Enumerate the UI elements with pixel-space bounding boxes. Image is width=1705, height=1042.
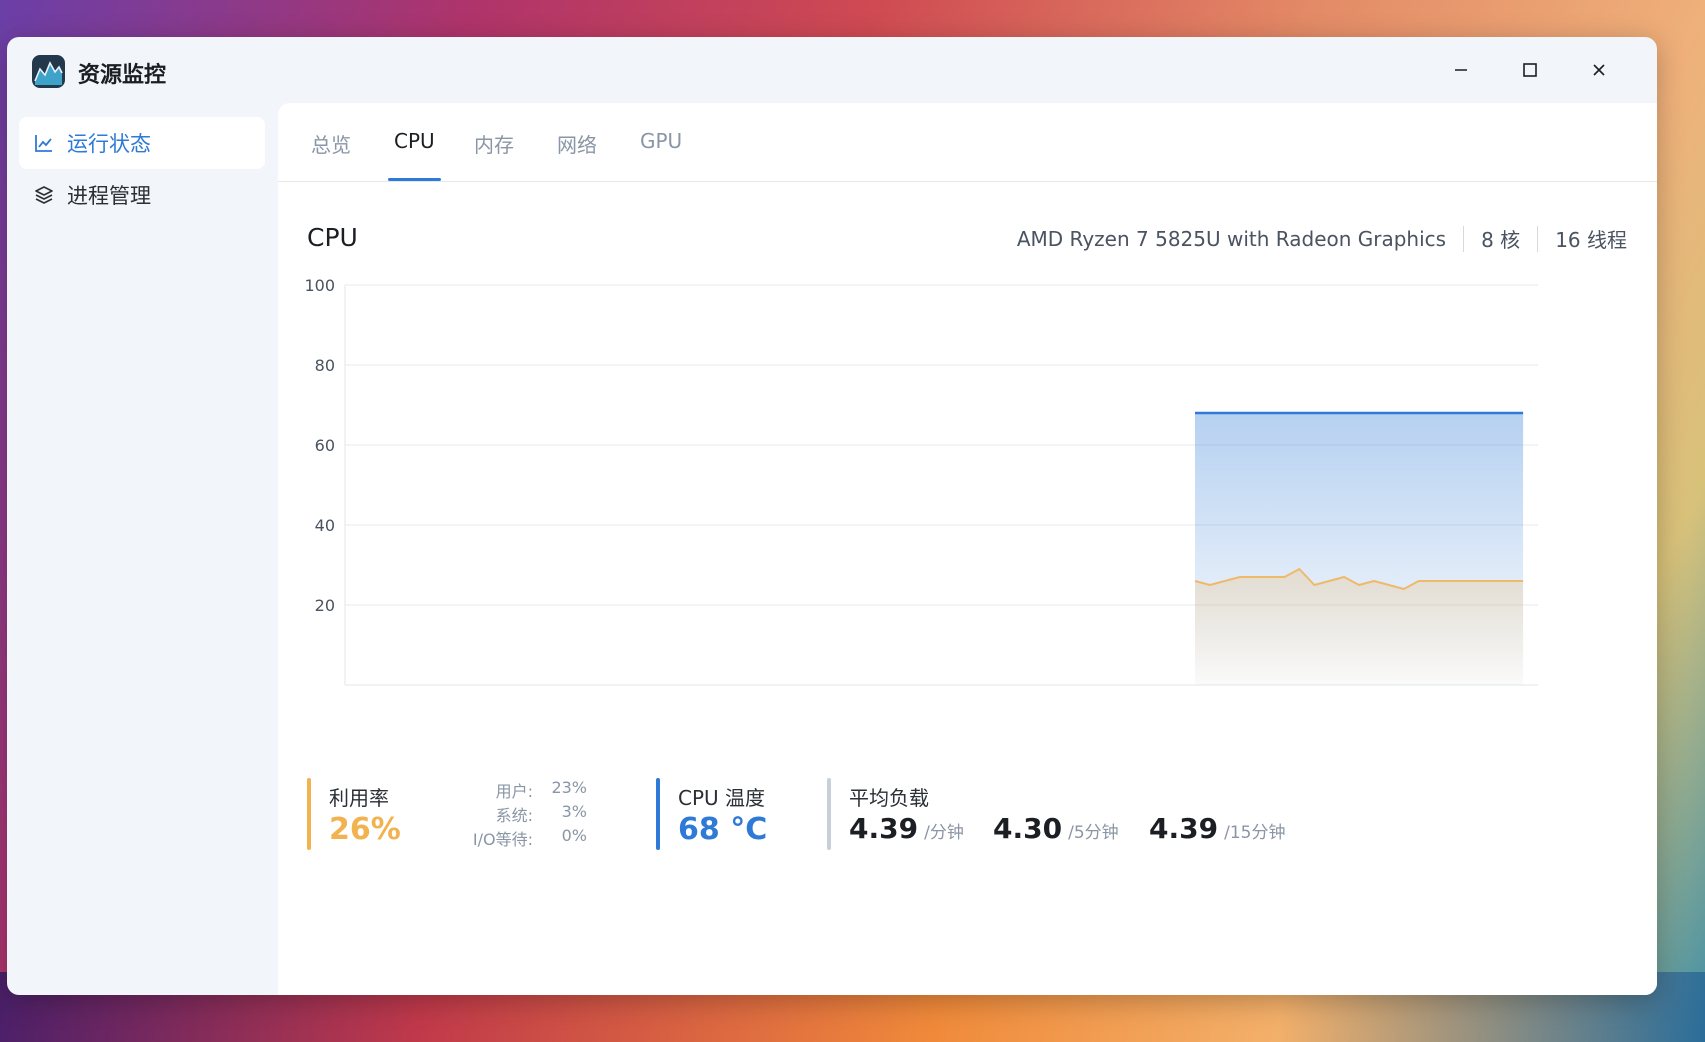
section-title: CPU [307,223,358,252]
load-label: 平均负载 [849,786,929,810]
sidebar-item-status[interactable]: 运行状态 [19,117,265,169]
maximize-icon [1523,63,1537,77]
tab-network[interactable]: 网络 [557,129,597,179]
chart-y-tick-label: 20 [315,596,335,615]
close-icon [1593,64,1605,76]
layers-icon [33,184,55,206]
load-value: 4.39 [849,812,919,845]
chart-y-tick-label: 40 [315,516,335,535]
tab-bar: 总览 CPU 内存 网络 GPU [278,103,1657,182]
minimize-icon [1455,69,1467,71]
load-5min: 4.30/5分钟 [993,812,1119,845]
tab-gpu[interactable]: GPU [640,129,682,179]
tab-memory[interactable]: 内存 [474,129,514,179]
load-unit: /5分钟 [1068,823,1119,843]
load-average-stat: 平均负载 4.39/分钟 4.30/5分钟 4.39/15分钟 [827,778,1327,850]
breakdown-value: 0% [561,826,587,845]
divider [1537,225,1539,252]
load-value: 4.30 [993,812,1063,845]
breakdown-key: 系统: [495,806,533,825]
tab-cpu[interactable]: CPU [388,129,441,181]
temperature-accent-bar [656,778,660,850]
breakdown-row-system: 系统: 3% [463,802,587,826]
sidebar-item-label: 运行状态 [67,132,151,156]
breakdown-key: I/O等待: [472,830,533,849]
app-title: 资源监控 [78,63,167,88]
load-unit: /15分钟 [1224,823,1286,843]
load-value: 4.39 [1149,812,1219,845]
chart-y-tick-label: 80 [315,356,335,375]
temperature-value: 68 °C [678,812,768,847]
breakdown-value: 23% [551,778,587,797]
title-bar: 资源监控 [7,37,1657,103]
close-button[interactable] [1579,53,1619,87]
sidebar-item-processes[interactable]: 进程管理 [19,169,265,221]
load-accent-bar [827,778,831,850]
temperature-label: CPU 温度 [678,786,766,810]
line-chart-icon [33,132,55,154]
utilization-label: 利用率 [329,786,389,810]
cpu-threads: 16 线程 [1555,228,1627,252]
breakdown-row-user: 用户: 23% [463,778,587,802]
cpu-cores: 8 核 [1481,228,1521,252]
cpu-info: AMD Ryzen 7 5825U with Radeon Graphics 8… [1017,224,1627,253]
app-window: 资源监控 运行状态 进程管理 总览 CPU 内存 网络 GPU CPU AMD … [7,37,1657,995]
utilization-value: 26% [329,812,401,847]
cpu-model: AMD Ryzen 7 5825U with Radeon Graphics [1016,226,1447,251]
chart-y-tick-label: 100 [304,276,335,295]
minimize-button[interactable] [1441,53,1481,87]
breakdown-row-iowait: I/O等待: 0% [463,826,587,850]
usage-breakdown: 用户: 23% 系统: 3% I/O等待: 0% [463,778,587,850]
breakdown-key: 用户: [495,782,533,801]
maximize-button[interactable] [1510,53,1550,87]
load-unit: /分钟 [924,823,964,843]
cpu-usage-chart: 20 40 60 80 100 [304,276,1538,686]
tab-overview[interactable]: 总览 [311,129,351,179]
chart-series-area-1 [1195,569,1524,685]
breakdown-value: 3% [561,802,587,821]
sidebar-item-label: 进程管理 [67,184,151,208]
utilization-accent-bar [307,778,311,850]
load-1min: 4.39/分钟 [849,812,964,845]
chart-y-tick-label: 60 [315,436,335,455]
load-15min: 4.39/15分钟 [1149,812,1285,845]
main-panel: 总览 CPU 内存 网络 GPU CPU AMD Ryzen 7 5825U w… [278,103,1657,995]
app-monitor-icon [32,55,65,88]
divider [1463,225,1465,252]
cpu-stats: 利用率 26% 用户: 23% 系统: 3% I/O等待: 0% CPU 温度 … [307,778,1647,850]
